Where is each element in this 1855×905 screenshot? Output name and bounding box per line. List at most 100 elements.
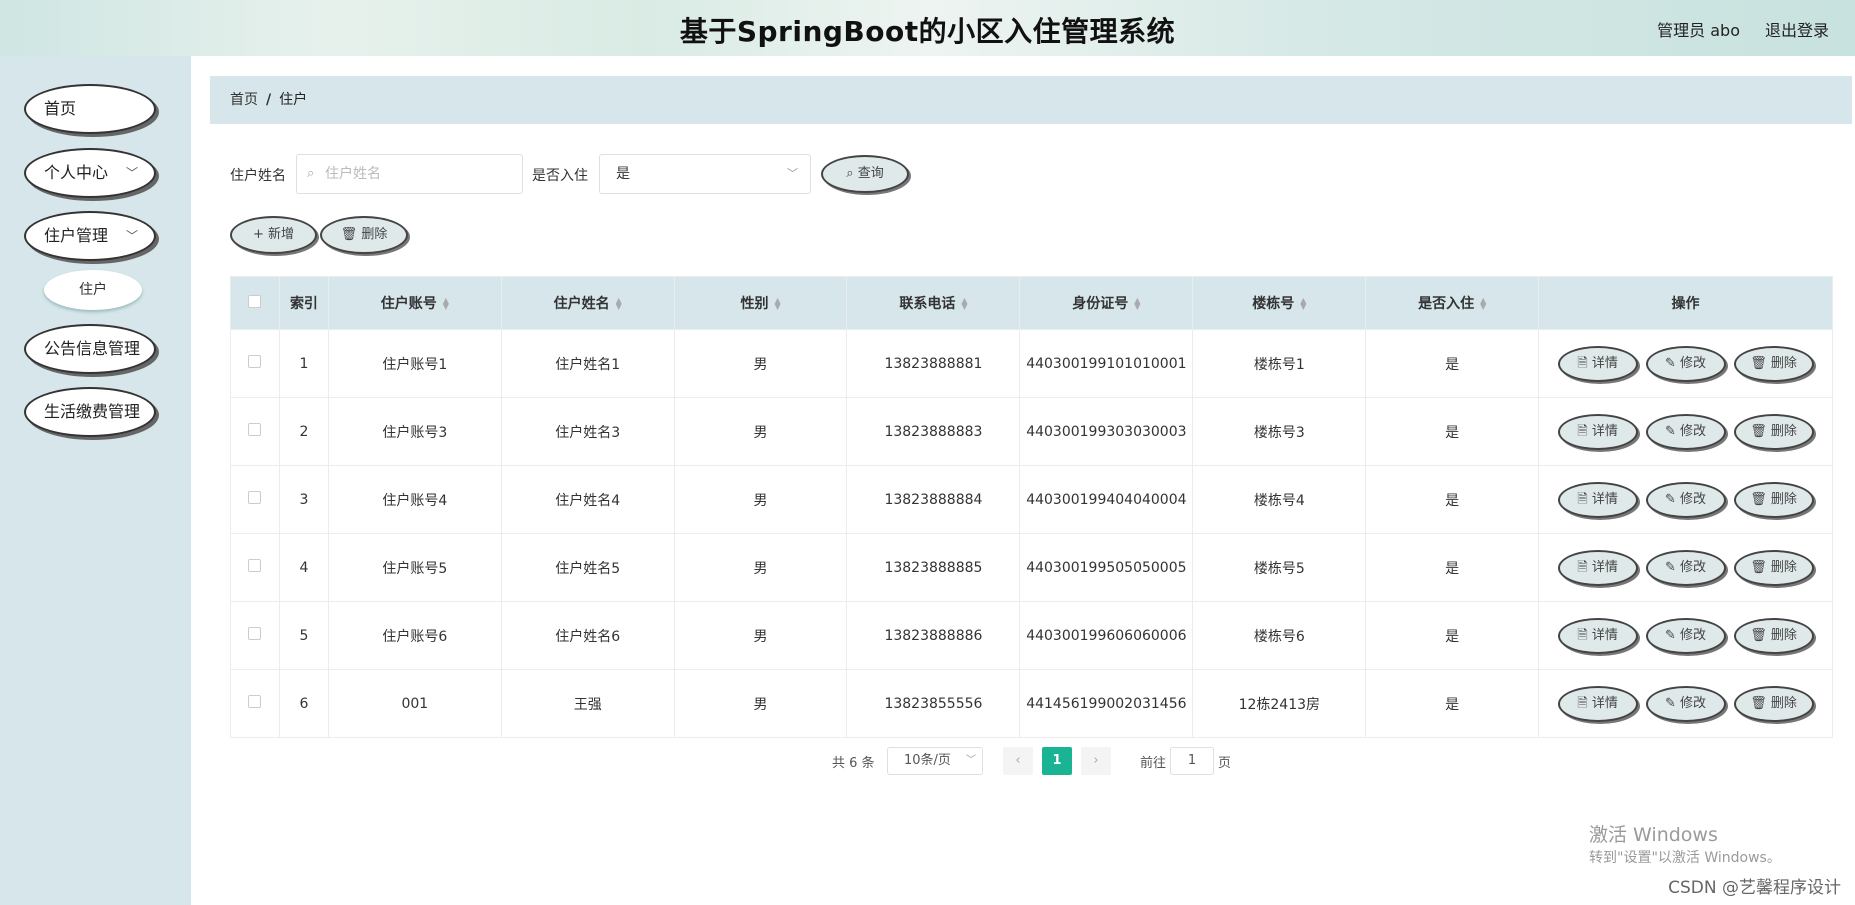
table-row: 1 住户账号1 住户姓名1 男 13823888881 44030019910101000… [230,329,1833,398]
row-checkbox[interactable] [248,355,262,368]
edit-label: 修改 [1680,559,1707,575]
resident-name-input[interactable]: ⌕ 住户姓名 [296,154,523,194]
sort-icon[interactable]: ▲ ▼ [961,297,967,311]
header-gender[interactable]: 性别 ▲ ▼ [673,276,848,330]
row-select-cell[interactable] [230,329,280,398]
pencil-icon: ✎ [1665,491,1681,507]
row-checkbox[interactable] [248,559,262,572]
add-button[interactable]: + 新增 [230,216,317,254]
chevron-right-icon: › [1093,753,1099,768]
cell-idcard: 440300199606060006 [1019,601,1194,670]
row-checkbox[interactable] [248,627,262,640]
header-idcard[interactable]: 身份证号 ▲ ▼ [1019,276,1194,330]
detail-label: 详情 [1591,627,1618,643]
header-select-all[interactable] [230,276,280,330]
goto-label: 前往 [1140,756,1167,771]
sort-icon[interactable]: ▲ ▼ [443,297,449,311]
logout-link[interactable]: 退出登录 [1765,17,1829,41]
cell-name: 住户姓名1 [500,329,675,398]
edit-button[interactable]: ✎ 修改 [1645,345,1726,382]
detail-button[interactable]: 🗎︎ 详情 [1557,481,1638,518]
trash-icon: 🗑︎ [1750,355,1771,371]
header-resident[interactable]: 是否入住 ▲ ▼ [1365,276,1540,330]
pencil-icon: ✎ [1665,695,1681,711]
cell-name: 住户姓名5 [500,533,675,602]
cell-ops: 🗎︎ 详情 ✎ 修改 🗑︎ 删除 [1538,397,1833,466]
cell-idcard: 441456199002031456 [1019,669,1194,738]
detail-button[interactable]: 🗎︎ 详情 [1557,345,1638,382]
cell-index: 6 [278,669,329,738]
header-account[interactable]: 住户账号 ▲ ▼ [327,276,502,330]
detail-label: 详情 [1591,559,1618,575]
cell-idcard: 440300199101010001 [1019,329,1194,398]
row-checkbox[interactable] [248,423,262,436]
trash-icon: 🗑︎ [1750,423,1771,439]
cell-ops: 🗎︎ 详情 ✎ 修改 🗑︎ 删除 [1538,465,1833,534]
delete-button[interactable]: 🗑︎ 删除 [1733,685,1814,722]
select-value: 是 [616,166,630,182]
sidebar-item-notice-management[interactable]: 公告信息管理 [24,324,156,374]
sort-icon[interactable]: ▲ ▼ [774,297,780,311]
sort-icon[interactable]: ▲ ▼ [616,297,622,311]
header-name[interactable]: 住户姓名 ▲ ▼ [500,276,675,330]
sort-icon[interactable]: ▲ ▼ [1480,297,1486,311]
breadcrumb: 首页 / 住户 [210,76,1852,124]
breadcrumb-separator: / [266,92,272,108]
row-select-cell[interactable] [230,669,280,738]
edit-button[interactable]: ✎ 修改 [1645,549,1726,586]
row-select-cell[interactable] [230,397,280,466]
sidebar-item-resident-management[interactable]: 住户管理 ﹀ [24,211,156,261]
page-size-select[interactable]: 10条/页 ﹀ [887,747,983,775]
sidebar-item-label: 住户管理 [44,226,109,245]
select-all-checkbox[interactable] [248,294,262,308]
row-select-cell[interactable] [230,533,280,602]
trash-icon: 🗑︎ [1750,627,1771,643]
top-header: 基于SpringBoot的小区入住管理系统 管理员 abo 退出登录 [0,0,1855,56]
edit-button[interactable]: ✎ 修改 [1645,685,1726,722]
sidebar-subitem-resident[interactable]: 住户 [44,270,142,310]
row-select-cell[interactable] [230,465,280,534]
breadcrumb-home[interactable]: 首页 [230,92,258,108]
delete-button[interactable]: 🗑︎ 删除 [1733,549,1814,586]
edit-button[interactable]: ✎ 修改 [1645,617,1726,654]
edit-button[interactable]: ✎ 修改 [1645,481,1726,518]
query-button[interactable]: ⌕ 查询 [821,155,909,193]
edit-button[interactable]: ✎ 修改 [1645,413,1726,450]
table-row: 2 住户账号3 住户姓名3 男 13823888883 44030019930303000… [230,397,1833,466]
sort-icon[interactable]: ▲ ▼ [1134,297,1140,311]
delete-button[interactable]: 🗑︎ 删除 [1733,413,1814,450]
cell-name: 住户姓名4 [500,465,675,534]
detail-button[interactable]: 🗎︎ 详情 [1557,685,1638,722]
cell-building: 楼栋号4 [1192,465,1367,534]
next-page-button[interactable]: › [1081,747,1111,775]
sidebar-item-billing-management[interactable]: 生活缴费管理 [24,387,156,437]
row-checkbox[interactable] [248,491,262,504]
delete-button[interactable]: 🗑︎ 删除 [1733,345,1814,382]
cell-idcard: 440300199404040004 [1019,465,1194,534]
resident-status-select[interactable]: 是 ﹀ [599,154,811,194]
detail-button[interactable]: 🗎︎ 详情 [1557,617,1638,654]
resident-table: 索引 住户账号 ▲ ▼ 住户姓名 ▲ ▼ 性别 ▲ ▼ 联系电话 ▲ ▼ 身份证号 ▲ ▼ 楼栋号 ▲… [230,276,1833,738]
header-phone[interactable]: 联系电话 ▲ ▼ [846,276,1021,330]
pencil-icon: ✎ [1665,355,1681,371]
document-icon: 🗎︎ [1577,695,1592,711]
sidebar-item-home[interactable]: 首页 [24,84,156,134]
detail-button[interactable]: 🗎︎ 详情 [1557,549,1638,586]
goto-page-input[interactable]: 1 [1170,747,1214,775]
detail-button[interactable]: 🗎︎ 详情 [1557,413,1638,450]
sidebar-item-personal-center[interactable]: 个人中心 ﹀ [24,148,156,198]
sort-icon[interactable]: ▲ ▼ [1300,297,1306,311]
cell-phone: 13823888885 [846,533,1021,602]
delete-button[interactable]: 🗑︎ 删除 [1733,617,1814,654]
batch-delete-button[interactable]: 🗑︎ 删除 [320,216,408,254]
cell-ops: 🗎︎ 详情 ✎ 修改 🗑︎ 删除 [1538,329,1833,398]
cell-account: 住户账号3 [327,397,502,466]
chevron-down-icon: ﹀ [125,166,138,180]
row-checkbox[interactable] [248,695,262,708]
row-select-cell[interactable] [230,601,280,670]
page-1-button[interactable]: 1 [1042,747,1072,775]
header-building[interactable]: 楼栋号 ▲ ▼ [1192,276,1367,330]
delete-button[interactable]: 🗑︎ 删除 [1733,481,1814,518]
prev-page-button[interactable]: ‹ [1003,747,1033,775]
cell-building: 楼栋号1 [1192,329,1367,398]
